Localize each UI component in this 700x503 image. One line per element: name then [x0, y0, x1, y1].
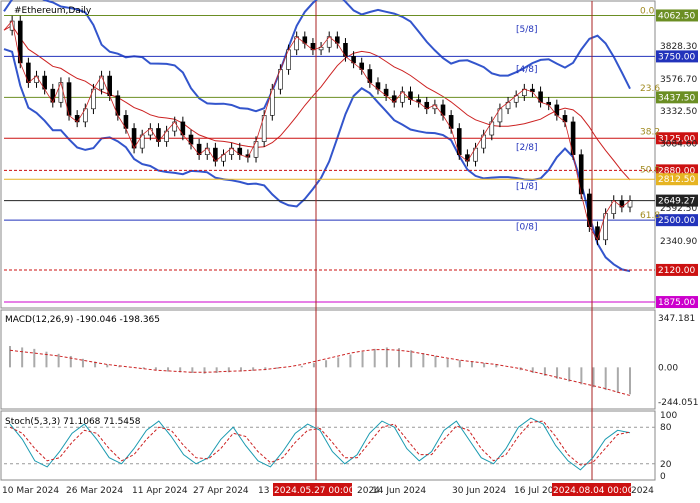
price-level-label: 1875.00: [658, 298, 695, 308]
x-tick-label: 16 Jul 20: [514, 486, 554, 496]
x-tick-label: 27 Apr 2024: [193, 486, 249, 496]
stoch-tick-label: 0: [660, 472, 666, 482]
x-tick-label: 10 Mar 2024: [2, 486, 59, 496]
chart-title: #Ethereum,Daily: [14, 6, 92, 16]
close-line: [3, 20, 631, 241]
price-level-label: 4062.50: [658, 11, 695, 21]
price-level-label: 3437.50: [658, 93, 695, 103]
x-tick-label: 2024.08.04 00:00: [553, 486, 634, 496]
murrey-label: [1/8]: [516, 182, 538, 192]
stoch-label: Stoch(5,3,3) 71.1068 71.5458: [5, 417, 141, 427]
chart: 4062.50 3750.00 3437.50 3125.00 2880.00 2812.…: [0, 0, 700, 500]
price-tick-label: 3332.50: [660, 107, 697, 117]
price-tick-label: 3828.30: [660, 42, 697, 52]
price-level-label: 3750.00: [658, 52, 695, 62]
upper-band: [3, 0, 631, 113]
fib-label: 0.0: [640, 6, 655, 16]
x-tick-label: 26 Mar 2024: [66, 486, 123, 496]
x-tick-label: 2024: [631, 486, 654, 496]
murrey-label: [4/8]: [516, 65, 538, 75]
price-tick-label: 3084.60: [660, 140, 697, 150]
macd-signal-line: [9, 349, 631, 396]
x-tick-label: 14 Jun 2024: [372, 486, 426, 496]
macd-tick-label: -244.051: [658, 398, 698, 408]
price-level-label: 2120.00: [658, 266, 695, 276]
price-level-label: 2812.50: [658, 175, 695, 185]
x-tick-label: 30 Jun 2024: [452, 486, 506, 496]
stoch-tick-label: 80: [660, 423, 672, 433]
price-series: [3, 15, 633, 246]
murrey-label: [5/8]: [516, 25, 538, 35]
chart-canvas: 4062.503750.003437.503125.002880.002812.…: [0, 0, 698, 496]
x-tick-label: 2024.05.27 00:00: [274, 486, 355, 496]
stoch-tick-label: 100: [660, 411, 677, 421]
fib-label: 50.0: [640, 165, 660, 175]
macd-tick-label: 347.181: [658, 314, 695, 324]
macd-tick-label: 0.00: [658, 363, 678, 373]
murrey-label: [2/8]: [516, 143, 538, 153]
price-level-label: 2500.00: [658, 216, 695, 226]
murrey-label: [0/8]: [516, 223, 538, 233]
fib-label: 38.2: [640, 127, 660, 137]
vertical-date-lines: [315, 1, 593, 480]
fib-label: 61.8: [640, 211, 660, 221]
macd-indicator: 347.181 0.00 -244.051: [9, 314, 698, 408]
macd-label: MACD(12,26,9) -190.046 -198.365: [5, 315, 160, 325]
x-tick-label: 11 Apr 2024: [132, 486, 188, 496]
fib-label: 23.6: [640, 84, 660, 94]
price-tick-label: 2340.90: [660, 237, 697, 247]
price-tick-label: 2592.50: [660, 204, 697, 214]
price-tick-label: 3576.70: [660, 75, 697, 85]
stoch-tick-label: 20: [660, 460, 672, 470]
